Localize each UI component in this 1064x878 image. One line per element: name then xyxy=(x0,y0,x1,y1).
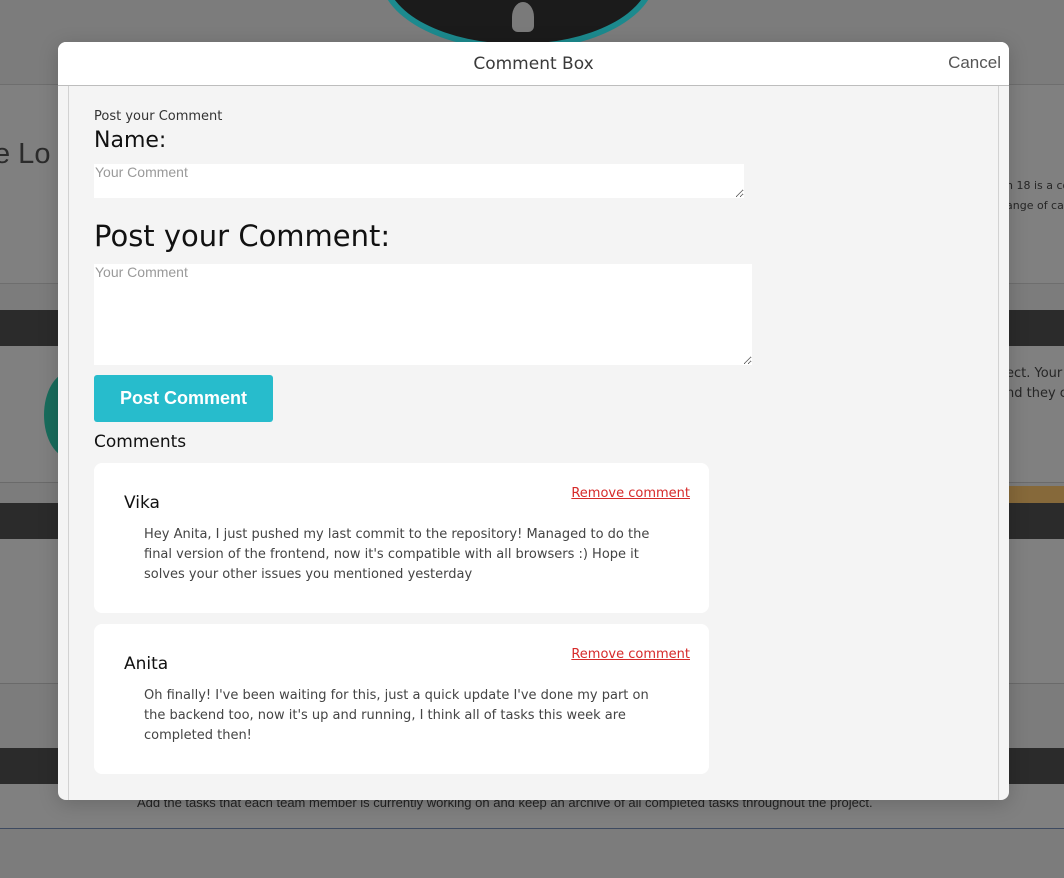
background-side-text: ect. Your nd they c xyxy=(1006,364,1064,404)
background-side-line: ect. Your xyxy=(1006,366,1063,381)
modal-title: Comment Box xyxy=(473,54,594,74)
comment-author: Anita xyxy=(124,654,169,674)
cancel-button[interactable]: Cancel xyxy=(948,53,1001,73)
remove-comment-link[interactable]: Remove comment xyxy=(571,647,690,662)
background-side-line: n 18 is a co xyxy=(1006,179,1064,192)
background-side-line: ange of ca xyxy=(1006,199,1064,212)
comment-card: Anita Remove comment Oh finally! I've be… xyxy=(94,624,709,774)
name-label: Name: xyxy=(94,128,167,153)
comments-heading: Comments xyxy=(94,432,187,452)
post-comment-button[interactable]: Post Comment xyxy=(94,375,273,422)
comment-author: Vika xyxy=(124,493,160,513)
background-side-text: n 18 is a co ange of ca xyxy=(1006,176,1064,216)
modal-header: Comment Box Cancel xyxy=(58,42,1009,86)
name-input[interactable] xyxy=(94,164,744,198)
comment-card: Vika Remove comment Hey Anita, I just pu… xyxy=(94,463,709,613)
comment-box-modal: Comment Box Cancel Post your Comment Nam… xyxy=(58,42,1009,800)
logo-bulb-icon xyxy=(512,2,534,32)
remove-comment-link[interactable]: Remove comment xyxy=(571,486,690,501)
comment-label: Post your Comment: xyxy=(94,219,391,253)
background-side-line: nd they c xyxy=(1006,386,1064,401)
form-intro-label: Post your Comment xyxy=(94,109,223,124)
comment-input[interactable] xyxy=(94,264,752,365)
background-heading: e Lo xyxy=(0,138,51,170)
comment-text: Oh finally! I've been waiting for this, … xyxy=(144,688,649,743)
comment-text: Hey Anita, I just pushed my last commit … xyxy=(144,527,650,582)
